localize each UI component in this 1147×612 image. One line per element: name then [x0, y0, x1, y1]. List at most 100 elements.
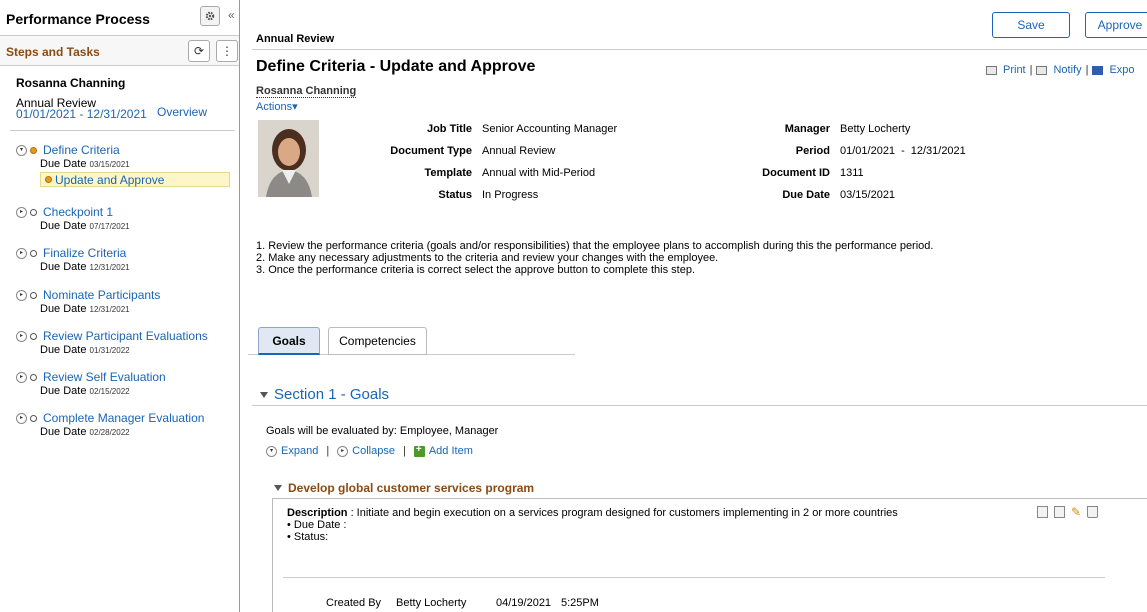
steps-tasks-header: Steps and Tasks ⟳ ⋮ — [0, 36, 239, 66]
step-due: Due Date 12/31/2021 — [40, 261, 130, 273]
step-link[interactable]: Checkpoint 1 — [43, 205, 113, 219]
step-link[interactable]: Review Self Evaluation — [43, 370, 166, 384]
actions-menu[interactable]: Actions▾ — [256, 100, 298, 113]
expand-icon: ▾ — [266, 445, 277, 457]
add-item-link[interactable]: Add Item — [429, 445, 473, 457]
step-review-participant-evaluations: ▸ Review Participant Evaluations Due Date… — [16, 329, 208, 356]
gear-icon[interactable] — [200, 6, 220, 26]
goal-item-header[interactable]: Develop global customer services program — [274, 481, 534, 495]
expand-step-icon[interactable]: ▸ — [16, 412, 27, 424]
period-separator: - — [79, 107, 84, 121]
refresh-icon[interactable]: ⟳ — [188, 40, 210, 62]
expand-step-icon[interactable]: ▸ — [16, 247, 27, 259]
edit-icon[interactable]: ✎ — [1071, 506, 1081, 518]
not-started-icon — [30, 332, 37, 340]
employee-name[interactable]: Rosanna Channing — [256, 85, 357, 98]
description-text: : Initiate and begin execution on a serv… — [347, 507, 898, 519]
period-separator: - — [901, 145, 905, 157]
divider — [252, 405, 1147, 406]
expand-step-icon[interactable]: ▸ — [16, 289, 27, 301]
subtask-update-approve[interactable]: Update and Approve — [40, 172, 230, 187]
expand-step-icon[interactable]: ▸ — [16, 206, 27, 218]
due-date-label: Due Date — [782, 189, 830, 201]
due-date: 01/31/2022 — [89, 346, 130, 355]
approve-button[interactable]: Approve — [1085, 12, 1147, 38]
due-date: 07/17/2021 — [89, 222, 130, 231]
expand-step-icon[interactable]: ▸ — [16, 371, 27, 383]
employee-photo — [258, 120, 319, 197]
evaluated-by-text: Goals will be evaluated by: Employee, Ma… — [266, 425, 499, 437]
copy-icon[interactable] — [1037, 506, 1048, 518]
delete-icon[interactable] — [1087, 506, 1099, 518]
manager-value: Betty Locherty — [840, 123, 911, 135]
step-link[interactable]: Complete Manager Evaluation — [43, 411, 204, 425]
collapse-panel-icon[interactable]: « — [228, 8, 235, 22]
collapse-icon: ▸ — [337, 445, 349, 457]
tab-bar: Goals Competencies — [248, 326, 575, 355]
not-started-icon — [30, 414, 37, 422]
export-link[interactable]: Expo — [1109, 64, 1134, 76]
separator: | — [1029, 64, 1033, 76]
print-icon — [986, 65, 997, 75]
job-title-label: Job Title — [426, 123, 472, 135]
goal-description: Description : Initiate and begin executi… — [287, 507, 898, 519]
save-button[interactable]: Save — [992, 12, 1070, 38]
description-label: Description — [287, 507, 348, 519]
in-progress-icon — [45, 176, 52, 183]
expand-step-icon[interactable]: ▸ — [16, 330, 27, 342]
not-started-icon — [30, 291, 37, 299]
separator: | — [1085, 64, 1089, 76]
due-date: 02/28/2022 — [89, 428, 130, 437]
step-due: Due Date 01/31/2022 — [40, 344, 208, 356]
step-complete-manager-evaluation: ▸ Complete Manager Evaluation Due Date 02… — [16, 411, 204, 438]
step-due: Due Date 07/17/2021 — [40, 220, 130, 232]
collapse-link[interactable]: Collapse — [352, 445, 395, 457]
divider — [10, 130, 235, 131]
document-id-label: Document ID — [762, 167, 830, 179]
step-link[interactable]: Finalize Criteria — [43, 246, 126, 260]
notify-link[interactable]: Notify — [1053, 64, 1081, 76]
goal-item-body: Description : Initiate and begin executi… — [272, 498, 1147, 612]
step-due: Due Date 02/28/2022 — [40, 426, 204, 438]
step-link[interactable]: Define Criteria — [43, 143, 120, 157]
step-checkpoint-1: ▸ Checkpoint 1 Due Date 07/17/2021 — [16, 205, 130, 232]
collapse-item-icon — [274, 485, 282, 491]
step-link[interactable]: Nominate Participants — [43, 288, 160, 302]
collapse-step-icon[interactable]: ▾ — [16, 144, 27, 156]
tab-competencies[interactable]: Competencies — [328, 327, 427, 355]
due-label: Due Date — [40, 158, 87, 170]
details-icon[interactable] — [1054, 506, 1065, 518]
due-date: 03/15/2021 — [89, 160, 130, 169]
subtask-label: Update and Approve — [55, 172, 165, 187]
section-title: Section 1 - Goals — [274, 386, 390, 403]
period-end: 12/31/2021 — [86, 107, 147, 121]
chevron-down-icon: ▾ — [292, 101, 298, 113]
separator: | — [326, 445, 330, 457]
goal-item-title: Develop global customer services program — [288, 481, 535, 495]
instruction-line: 1. Review the performance criteria (goal… — [256, 240, 934, 252]
step-link[interactable]: Review Participant Evaluations — [43, 329, 208, 343]
manager-label: Manager — [784, 123, 830, 135]
tab-goals[interactable]: Goals — [258, 327, 320, 355]
period-label: Period — [795, 145, 830, 157]
template-label: Template — [424, 167, 472, 179]
actions-label: Actions — [256, 101, 293, 113]
document-id-value: 1311 — [840, 167, 864, 179]
section-header[interactable]: Section 1 - Goals — [260, 386, 389, 403]
page-actions: Print | Notify | Expo — [986, 64, 1135, 76]
overview-link[interactable]: Overview — [157, 105, 207, 119]
goal-status: • Status: — [287, 531, 329, 543]
instruction-line: 2. Make any necessary adjustments to the… — [256, 252, 719, 264]
expand-link[interactable]: Expand — [281, 445, 318, 457]
due-label: Due Date — [40, 344, 87, 356]
panel-title: Performance Process — [6, 11, 150, 27]
status-label: Status — [438, 189, 472, 201]
due-date: 12/31/2021 — [89, 305, 130, 314]
document-type-value: Annual Review — [482, 145, 556, 157]
print-link[interactable]: Print — [1003, 64, 1026, 76]
due-label: Due Date — [40, 426, 87, 438]
step-due: Due Date 03/15/2021 — [40, 158, 230, 170]
period-end: 12/31/2021 — [910, 145, 966, 157]
due-label: Due Date — [40, 385, 87, 397]
more-options-icon[interactable]: ⋮ — [216, 40, 238, 62]
